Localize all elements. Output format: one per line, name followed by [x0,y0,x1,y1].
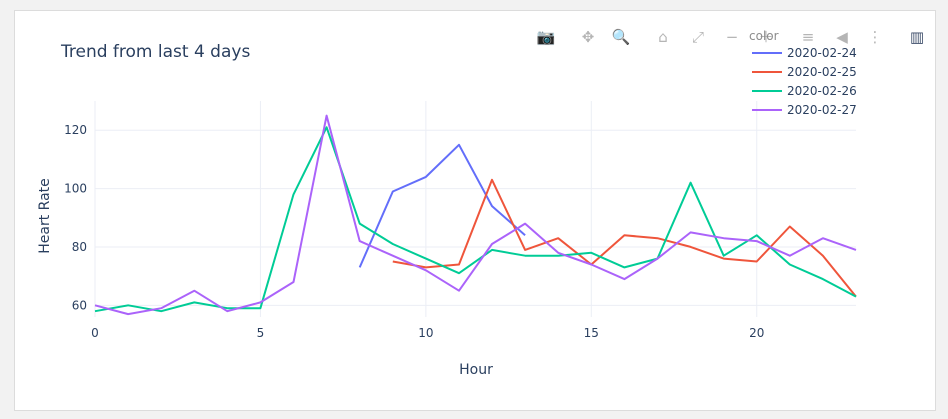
spike-icon[interactable]: ◀ [836,28,848,46]
series-line-2020-02-27[interactable] [94,114,857,316]
chart-card: 0 5 10 15 20 60 80 100 120 Trend from last 4 day… [14,10,936,411]
compare-icon-glyph: ≡ [802,28,815,46]
y-tick-label: 100 [64,182,87,196]
axes: 0 5 10 15 20 60 80 100 120 [64,123,764,340]
zoom-icon[interactable]: 🔍 [612,27,631,46]
y-tick-label: 120 [64,123,87,137]
x-tick-label: 15 [584,326,599,340]
spike-icon-glyph: ◀ [836,28,848,46]
x-axis-title: Hour [459,362,493,378]
hover-icon[interactable]: ⋮ [868,28,883,46]
legend-label[interactable]: 2020-02-24 [787,46,857,60]
zoom-out-icon-glyph: − [726,28,739,46]
camera-icon[interactable]: 📷 [537,28,556,46]
home-icon-glyph: ⌂ [658,28,668,46]
legend-label[interactable]: 2020-02-26 [787,84,857,98]
grid [94,101,856,317]
series-line-2020-02-26[interactable] [94,126,857,313]
hover-icon-glyph: ⋮ [868,28,883,46]
autoscale-icon-glyph: ⤢ [692,28,705,46]
legend-label[interactable]: 2020-02-27 [787,103,857,117]
x-tick-label: 0 [91,326,99,340]
y-axis-title: Heart Rate [37,178,53,254]
legend-title: color [749,29,779,43]
chart-title: Trend from last 4 days [60,42,250,62]
home-icon[interactable]: ⌂ [658,28,668,46]
chart-canvas[interactable]: 0 5 10 15 20 60 80 100 120 Trend from last 4 day… [15,11,937,412]
modebar[interactable]: 📷 ✥ 🔍 ⌂ ⤢ − ＋ ≡ ◀ ⋮ ▥ [537,27,924,46]
legend-label[interactable]: 2020-02-25 [787,65,857,79]
plotly-logo-icon-glyph: ▥ [910,28,924,46]
x-tick-label: 20 [749,326,764,340]
compare-icon[interactable]: ≡ [802,28,815,46]
y-tick-label: 80 [72,240,87,254]
zoom-icon-glyph: 🔍 [612,27,631,46]
x-tick-label: 10 [418,326,433,340]
pan-icon[interactable]: ✥ [582,28,595,46]
camera-icon-glyph: 📷 [537,28,556,46]
zoom-out-icon[interactable]: − [726,28,739,46]
series-lines[interactable] [94,114,857,316]
series-line-2020-02-24[interactable] [358,143,526,268]
y-tick-label: 60 [72,298,87,312]
plotly-logo-icon[interactable]: ▥ [910,28,924,46]
autoscale-icon[interactable]: ⤢ [692,28,705,46]
pan-icon-glyph: ✥ [582,28,595,46]
x-tick-label: 5 [257,326,265,340]
